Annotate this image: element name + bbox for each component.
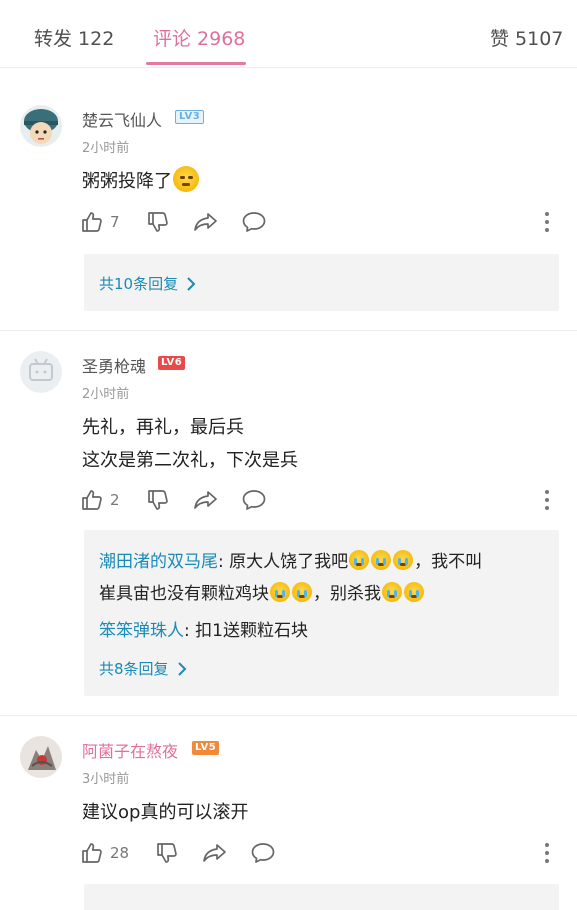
chevron-right-icon <box>187 276 196 291</box>
comment-text-line: 这次是第二次礼，下次是兵 <box>82 450 298 471</box>
crying-emoji-icon <box>292 582 312 602</box>
crying-emoji-icon <box>371 550 392 570</box>
reply-preview <box>84 884 559 910</box>
more-vertical-icon[interactable] <box>544 212 550 234</box>
speech-bubble-icon <box>251 843 275 863</box>
divider <box>0 715 577 716</box>
tab-likes[interactable]: 赞 5107 <box>490 24 563 51</box>
reply-preview: 潮田渚的双马尾: 原大人饶了我吧 ，我不叫 崔具宙也没有颗粒鸡块 ，别杀我 笨笨弹珠… <box>84 530 559 696</box>
crying-emoji-icon <box>382 582 402 602</box>
tab-comments[interactable]: 评论 2968 <box>153 24 245 51</box>
reply-username[interactable]: 潮田渚的双马尾 <box>99 552 218 572</box>
tab-bar: 转发 122 评论 2968 赞 5107 <box>0 0 577 68</box>
thumb-up-icon <box>82 212 102 232</box>
reply-button[interactable] <box>241 487 267 513</box>
reply-username[interactable]: 笨笨弹珠人 <box>99 621 184 641</box>
crying-emoji-icon <box>393 550 414 570</box>
share-button[interactable] <box>193 209 219 235</box>
like-button[interactable]: 7 <box>80 209 120 235</box>
reply-item-continued: 崔具宙也没有颗粒鸡块 ，别杀我 <box>99 578 425 610</box>
more-vertical-icon[interactable] <box>544 843 550 865</box>
crying-emoji-icon <box>404 582 424 602</box>
level-badge: LV6 <box>158 356 186 370</box>
username[interactable]: 圣勇枪魂 <box>82 353 146 377</box>
like-button[interactable]: 28 <box>80 840 129 866</box>
dislike-button[interactable] <box>155 840 179 866</box>
share-arrow-icon <box>203 844 226 862</box>
speech-bubble-icon <box>242 490 266 510</box>
comment-text-line: 先礼，再礼，最后兵 <box>82 417 244 438</box>
thumb-down-icon <box>148 490 168 510</box>
share-arrow-icon <box>194 213 217 231</box>
avatar[interactable] <box>20 105 62 147</box>
like-count: 2 <box>110 491 120 509</box>
username[interactable]: 楚云飞仙人 <box>82 107 162 131</box>
active-tab-indicator <box>146 62 246 65</box>
thumb-down-icon <box>148 212 168 232</box>
crying-emoji-icon <box>270 582 290 602</box>
timestamp: 3小时前 <box>82 772 130 787</box>
username[interactable]: 阿菌子在熬夜 <box>82 738 178 762</box>
share-arrow-icon <box>194 491 217 509</box>
more-vertical-icon[interactable] <box>544 490 550 512</box>
share-button[interactable] <box>193 487 219 513</box>
avatar[interactable] <box>20 351 62 393</box>
reply-item: 笨笨弹珠人: 扣1送颗粒石块 <box>99 621 308 641</box>
comment-text: 建议op真的可以滚开 <box>82 802 249 823</box>
thumb-up-icon <box>82 490 102 510</box>
like-button[interactable]: 2 <box>80 487 120 513</box>
divider <box>0 330 577 331</box>
thumb-up-icon <box>82 843 102 863</box>
thumb-down-icon <box>157 843 177 863</box>
speech-bubble-icon <box>242 212 266 232</box>
tab-repost[interactable]: 转发 122 <box>34 24 114 51</box>
like-count: 28 <box>110 844 130 862</box>
comment-actions: 2 <box>80 487 560 515</box>
timestamp: 2小时前 <box>82 387 130 402</box>
view-replies-link[interactable]: 共10条回复 <box>99 273 196 294</box>
chevron-right-icon <box>177 661 186 676</box>
dislike-button[interactable] <box>146 209 170 235</box>
comment-actions: 7 <box>80 209 560 237</box>
level-badge: LV5 <box>192 741 220 755</box>
reply-preview: 共10条回复 <box>84 254 559 311</box>
crying-emoji-icon <box>349 550 370 570</box>
share-button[interactable] <box>202 840 228 866</box>
emoji-icon <box>173 166 199 192</box>
timestamp: 2小时前 <box>82 141 130 156</box>
reply-button[interactable] <box>250 840 276 866</box>
reply-item: 潮田渚的双马尾: 原大人饶了我吧 ，我不叫 <box>99 550 483 572</box>
like-count: 7 <box>110 213 120 231</box>
comment-actions: 28 <box>80 840 560 868</box>
avatar[interactable] <box>20 736 62 778</box>
reply-button[interactable] <box>241 209 267 235</box>
comment-text: 粥粥投降了 <box>82 165 200 198</box>
view-replies-link[interactable]: 共8条回复 <box>99 658 187 679</box>
dislike-button[interactable] <box>146 487 170 513</box>
level-badge: LV3 <box>175 110 205 124</box>
